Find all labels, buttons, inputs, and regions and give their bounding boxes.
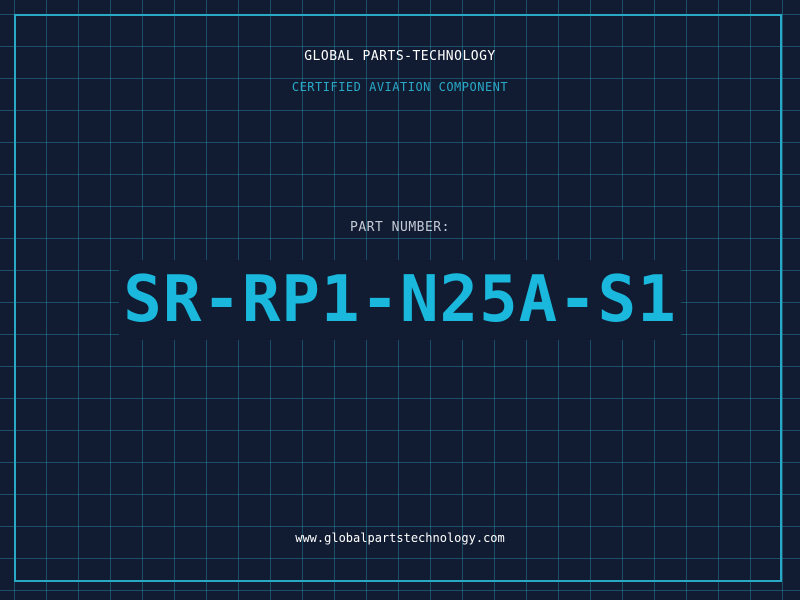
part-number-band: SR-RP1-N25A-S1 [0,260,800,340]
part-label-card: GLOBAL PARTS-TECHNOLOGY CERTIFIED AVIATI… [0,0,800,600]
part-number-value: SR-RP1-N25A-S1 [119,260,681,340]
certification-subtitle: CERTIFIED AVIATION COMPONENT [291,80,509,94]
part-number-label: PART NUMBER: [350,220,450,235]
company-name: GLOBAL PARTS-TECHNOLOGY [304,49,496,64]
website-url: www.globalpartstechnology.com [295,531,505,545]
